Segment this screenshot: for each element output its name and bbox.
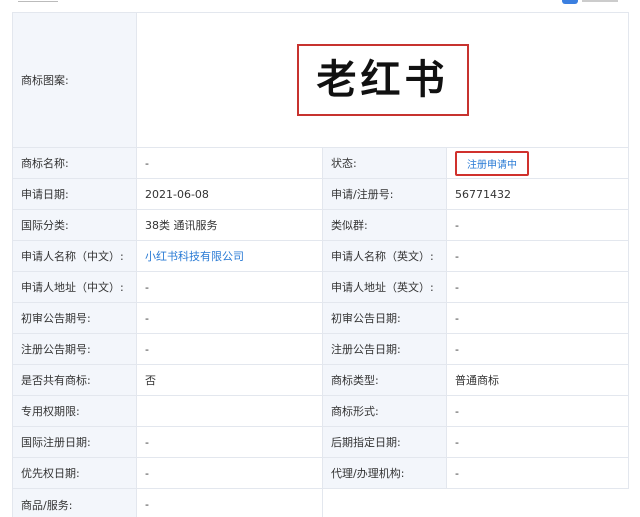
field-label: 专用权期限: xyxy=(12,395,137,427)
field-label: 申请人名称（英文）: xyxy=(322,240,447,272)
table-row: 申请人地址（中文）: - 申请人地址（英文）: - xyxy=(12,271,629,303)
table-row: 国际分类: 38类 通讯服务 类似群: - xyxy=(12,209,629,241)
trademark-image: 老红书 xyxy=(296,44,469,116)
top-cut-text xyxy=(18,0,58,2)
field-value: - xyxy=(446,271,629,303)
field-label: 类似群: xyxy=(322,209,447,241)
field-label: 注册公告日期: xyxy=(322,333,447,365)
field-value: - xyxy=(446,209,629,241)
field-value: 38类 通讯服务 xyxy=(136,209,323,241)
field-label: 申请人名称（中文）: xyxy=(12,240,137,272)
field-label: 申请日期: xyxy=(12,178,137,210)
field-label: 优先权日期: xyxy=(12,457,137,489)
table-row: 注册公告期号: - 注册公告日期: - xyxy=(12,333,629,365)
field-value: - xyxy=(446,240,629,272)
table-row: 申请人名称（中文）: 小红书科技有限公司 申请人名称（英文）: - xyxy=(12,240,629,272)
trademark-detail-table: 商标图案: 老红书 商标名称: - 状态: 注册申请中 申请日期: 2021-0… xyxy=(12,12,629,517)
trademark-image-cell: 老红书 xyxy=(136,12,629,148)
field-value xyxy=(136,395,323,427)
field-label: 商标形式: xyxy=(322,395,447,427)
applicant-name-link[interactable]: 小红书科技有限公司 xyxy=(145,250,244,263)
field-value: 2021-06-08 xyxy=(136,178,323,210)
trademark-image-label: 商标图案: xyxy=(12,12,137,148)
field-value: - xyxy=(136,426,323,458)
table-row: 专用权期限: 商标形式: - xyxy=(12,395,629,427)
field-value: 56771432 xyxy=(446,178,629,210)
table-row: 国际注册日期: - 后期指定日期: - xyxy=(12,426,629,458)
goods-services-value: - xyxy=(136,488,323,517)
table-row: 初审公告期号: - 初审公告日期: - xyxy=(12,302,629,334)
field-value: 普通商标 xyxy=(446,364,629,396)
applicant-name-cell: 小红书科技有限公司 xyxy=(136,240,323,272)
field-value: - xyxy=(136,147,323,179)
field-value: - xyxy=(446,333,629,365)
field-value: - xyxy=(136,333,323,365)
field-value: 否 xyxy=(136,364,323,396)
field-label: 申请人地址（中文）: xyxy=(12,271,137,303)
goods-services-row: 商品/服务: - xyxy=(12,488,629,517)
field-label: 后期指定日期: xyxy=(322,426,447,458)
top-bar xyxy=(0,0,640,10)
field-value: - xyxy=(446,457,629,489)
goods-services-label: 商品/服务: xyxy=(12,488,137,517)
table-row: 是否共有商标: 否 商标类型: 普通商标 xyxy=(12,364,629,396)
field-value: - xyxy=(136,302,323,334)
table-row: 商标名称: - 状态: 注册申请中 xyxy=(12,147,629,179)
field-label: 国际注册日期: xyxy=(12,426,137,458)
field-label: 商标类型: xyxy=(322,364,447,396)
field-value: - xyxy=(446,395,629,427)
trademark-image-row: 商标图案: 老红书 xyxy=(12,12,629,148)
field-label: 状态: xyxy=(322,147,447,179)
blank-cell xyxy=(322,488,629,517)
trademark-image-text: 老红书 xyxy=(316,56,449,103)
field-label: 初审公告期号: xyxy=(12,302,137,334)
field-label: 申请人地址（英文）: xyxy=(322,271,447,303)
field-label: 国际分类: xyxy=(12,209,137,241)
status-cell: 注册申请中 xyxy=(446,147,629,179)
field-value: - xyxy=(136,271,323,303)
table-row: 优先权日期: - 代理/办理机构: - xyxy=(12,457,629,489)
top-action-label[interactable] xyxy=(582,0,618,2)
field-value: - xyxy=(446,426,629,458)
field-label: 初审公告日期: xyxy=(322,302,447,334)
status-badge[interactable]: 注册申请中 xyxy=(455,150,529,176)
top-action-icon[interactable] xyxy=(562,0,578,4)
field-value: - xyxy=(446,302,629,334)
field-value: - xyxy=(136,457,323,489)
field-label: 是否共有商标: xyxy=(12,364,137,396)
field-label: 商标名称: xyxy=(12,147,137,179)
field-label: 注册公告期号: xyxy=(12,333,137,365)
table-row: 申请日期: 2021-06-08 申请/注册号: 56771432 xyxy=(12,178,629,210)
field-label: 申请/注册号: xyxy=(322,178,447,210)
field-label: 代理/办理机构: xyxy=(322,457,447,489)
